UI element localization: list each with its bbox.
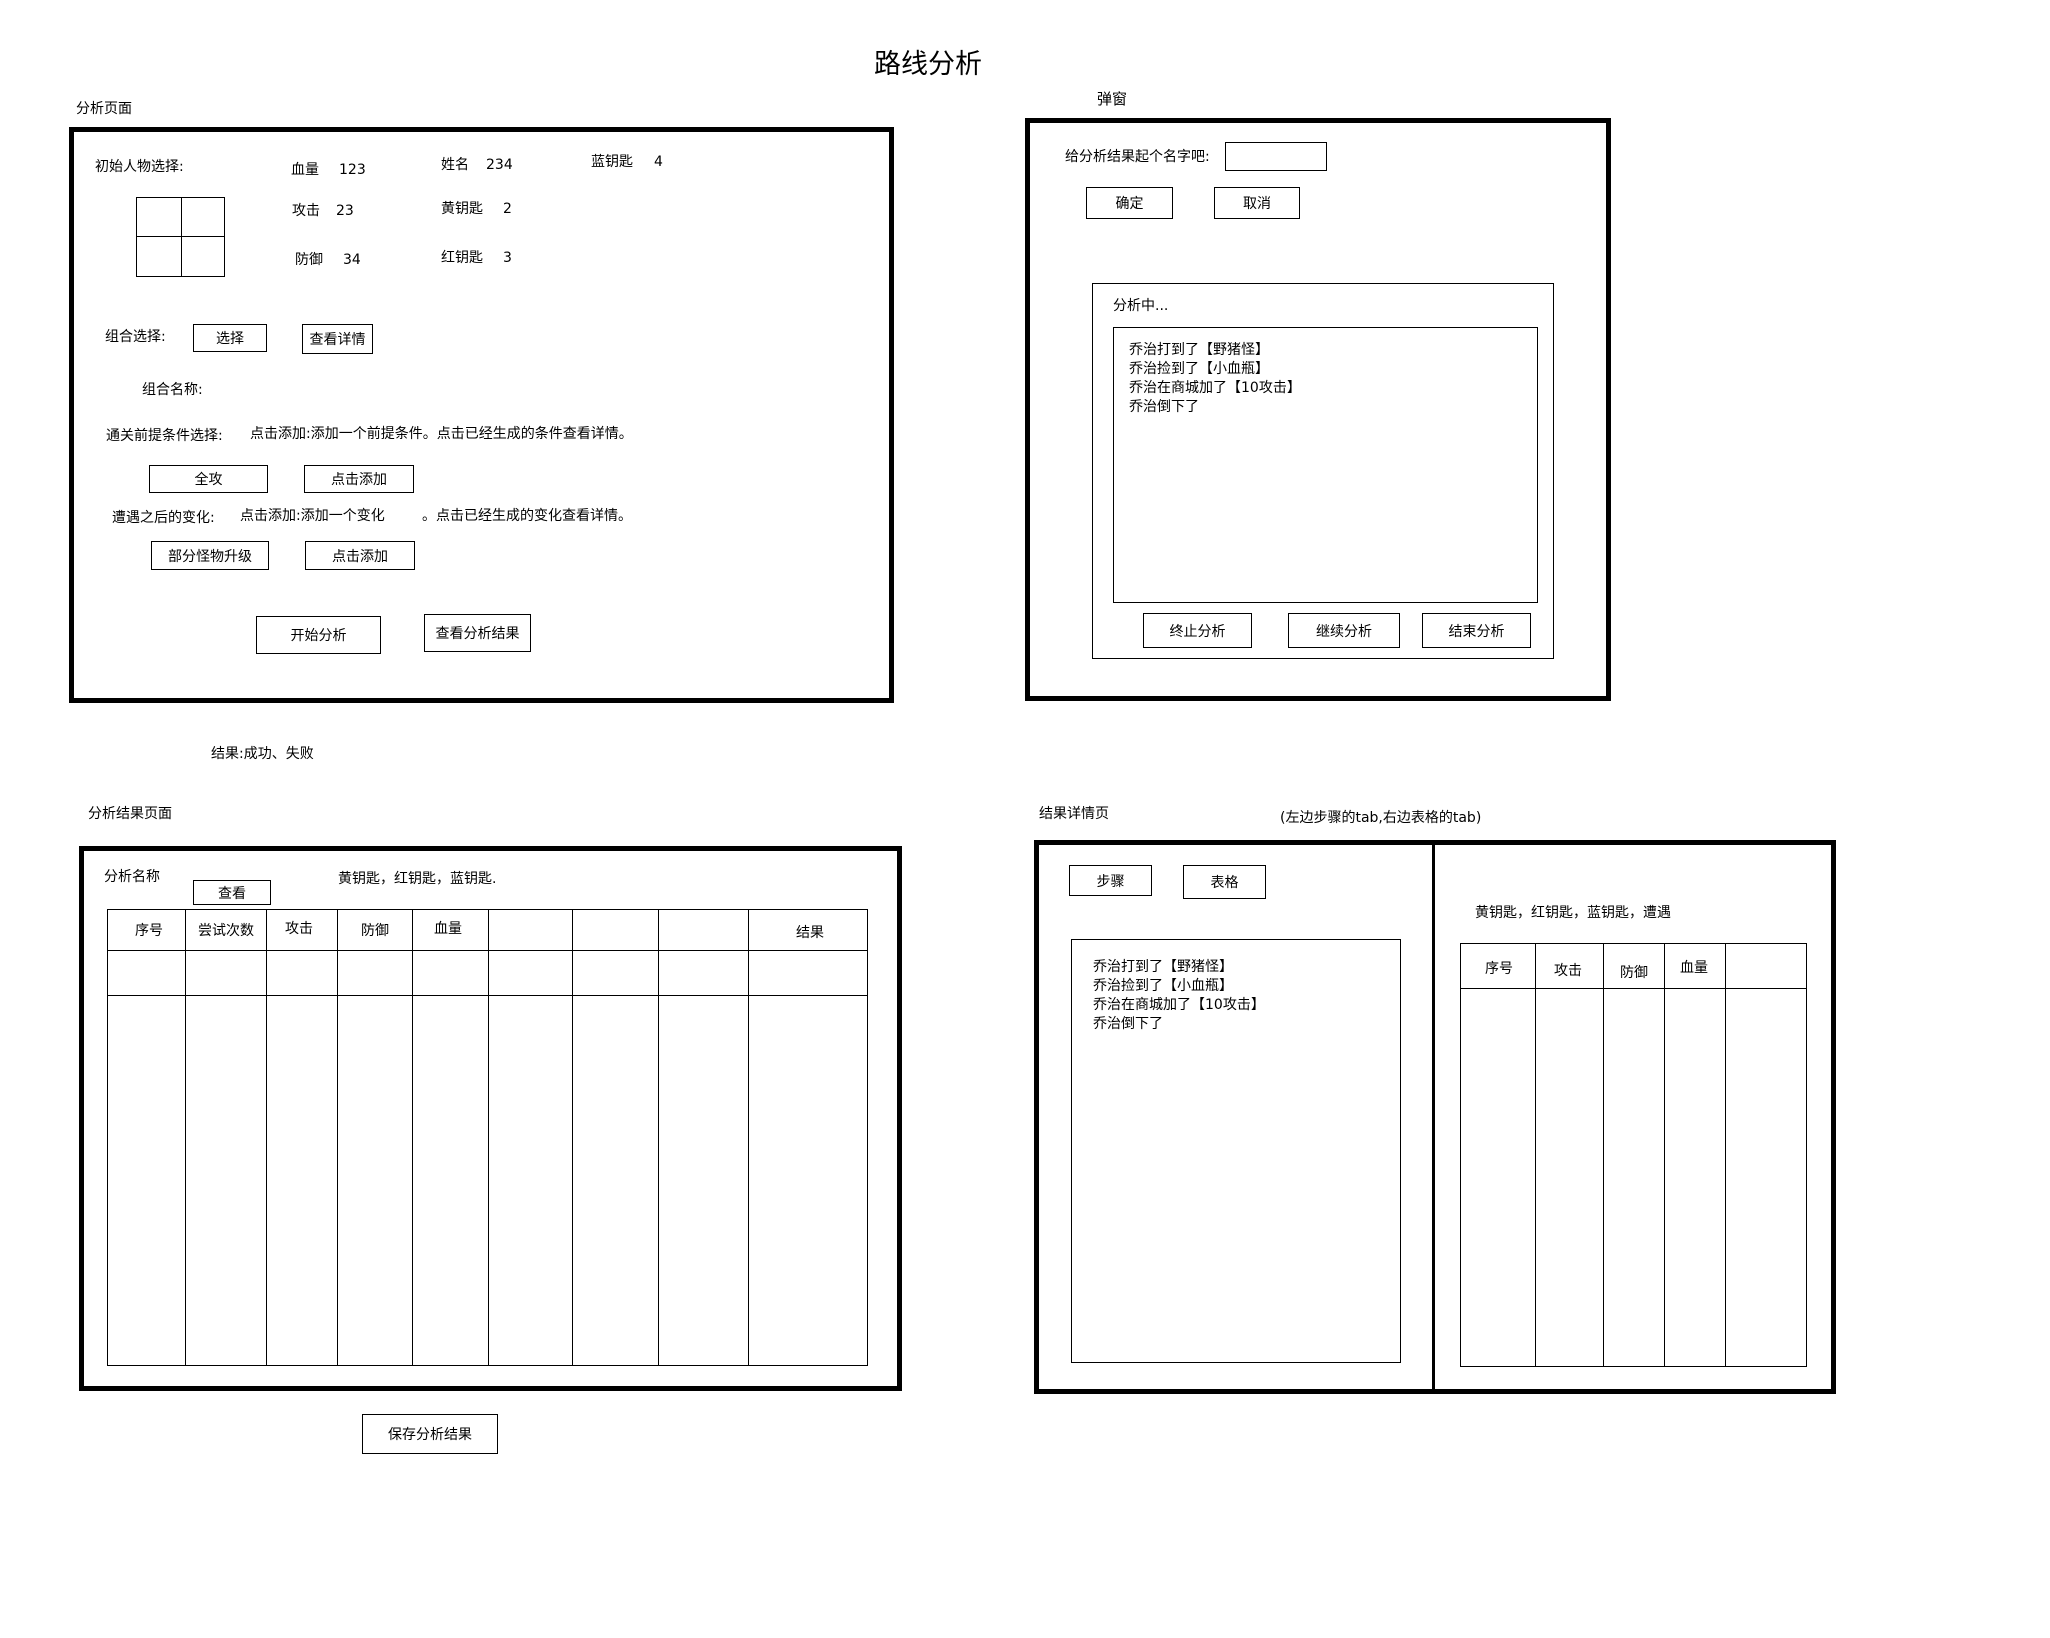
select-combo-button[interactable]: 选择 xyxy=(193,324,267,352)
col-divider xyxy=(748,910,749,1365)
tab-steps[interactable]: 步骤 xyxy=(1069,865,1152,896)
stat-yellow-key-label: 黄钥匙 xyxy=(441,201,483,217)
detail-table: 序号 攻击 防御 血量 xyxy=(1460,943,1807,1367)
steps-log: 乔治打到了【野猪怪】 乔治捡到了【小血瓶】 乔治在商城加了【10攻击】 乔治倒下… xyxy=(1071,939,1401,1363)
save-results-button[interactable]: 保存分析结果 xyxy=(362,1414,498,1454)
col-divider xyxy=(572,910,573,1365)
analysis-name-label: 分析名称 xyxy=(104,869,160,885)
log-line: 乔治倒下了 xyxy=(1129,399,1199,415)
change-label: 遭遇之后的变化: xyxy=(112,510,215,526)
log-line: 乔治在商城加了【10攻击】 xyxy=(1129,380,1301,396)
add-precondition-button[interactable]: 点击添加 xyxy=(304,465,414,493)
stat-hp-value: 123 xyxy=(339,162,366,178)
add-change-button[interactable]: 点击添加 xyxy=(305,541,415,570)
view-results-button[interactable]: 查看分析结果 xyxy=(424,614,531,652)
column-header: 防御 xyxy=(1620,965,1648,981)
precondition-tag-button[interactable]: 全攻 xyxy=(149,465,268,493)
stat-blue-key-label: 蓝钥匙 xyxy=(591,154,633,170)
column-header: 序号 xyxy=(135,923,163,939)
analysis-page-label: 分析页面 xyxy=(76,101,132,117)
popup-label: 弹窗 xyxy=(1097,90,1128,108)
log-line: 乔治倒下了 xyxy=(1093,1016,1163,1032)
log-line: 乔治打到了【野猪怪】 xyxy=(1129,342,1269,358)
col-divider xyxy=(1603,944,1604,1366)
col-divider xyxy=(412,910,413,1365)
stat-attack-label: 攻击 xyxy=(292,203,320,219)
log-line: 乔治在商城加了【10攻击】 xyxy=(1093,997,1265,1013)
name-prompt-label: 给分析结果起个名字吧: xyxy=(1065,149,1210,165)
result-note: 结果:成功、失败 xyxy=(211,746,314,762)
col-divider xyxy=(488,910,489,1365)
col-divider xyxy=(1535,944,1536,1366)
stat-defense-label: 防御 xyxy=(295,252,323,268)
character-selector-grid[interactable] xyxy=(136,197,225,277)
column-header: 血量 xyxy=(434,921,462,937)
stat-hp-label: 血量 xyxy=(291,162,319,178)
confirm-button[interactable]: 确定 xyxy=(1086,187,1173,219)
change-hint-b: 。点击已经生成的变化查看详情。 xyxy=(422,508,632,524)
analysis-log: 乔治打到了【野猪怪】 乔治捡到了【小血瓶】 乔治在商城加了【10攻击】 乔治倒下… xyxy=(1113,327,1538,603)
precondition-hint: 点击添加:添加一个前提条件。点击已经生成的条件查看详情。 xyxy=(250,426,633,442)
stat-red-key-value: 3 xyxy=(503,250,512,266)
column-header: 血量 xyxy=(1680,960,1708,976)
precondition-label: 通关前提条件选择: xyxy=(106,428,223,444)
column-header: 序号 xyxy=(1485,961,1513,977)
view-combo-detail-button[interactable]: 查看详情 xyxy=(302,324,373,354)
detail-page-label: 结果详情页 xyxy=(1039,806,1109,822)
col-divider xyxy=(658,910,659,1365)
stat-yellow-key-value: 2 xyxy=(503,201,512,217)
header-row-divider xyxy=(1461,988,1806,989)
stat-attack-value: 23 xyxy=(336,203,354,219)
col-divider xyxy=(1725,944,1726,1366)
result-name-input[interactable] xyxy=(1225,142,1327,171)
stat-blue-key-value: 4 xyxy=(654,154,663,170)
change-hint-a: 点击添加:添加一个变化 xyxy=(240,508,385,524)
continue-analysis-button[interactable]: 继续分析 xyxy=(1288,613,1400,648)
analyzing-label: 分析中... xyxy=(1113,298,1169,314)
grid-divider-v xyxy=(181,198,182,276)
tab-divider xyxy=(1432,842,1435,1392)
view-button[interactable]: 查看 xyxy=(193,880,271,905)
log-line: 乔治捡到了【小血瓶】 xyxy=(1129,361,1269,377)
results-page-label: 分析结果页面 xyxy=(88,806,172,822)
change-tag-button[interactable]: 部分怪物升级 xyxy=(151,541,269,570)
column-header: 攻击 xyxy=(285,921,313,937)
page-title: 路线分析 xyxy=(874,49,982,80)
stop-analysis-button[interactable]: 终止分析 xyxy=(1143,613,1252,648)
col-divider xyxy=(337,910,338,1365)
initial-character-label: 初始人物选择: xyxy=(95,159,184,175)
detail-page-note: (左边步骤的tab,右边表格的tab) xyxy=(1280,810,1482,826)
results-table: 序号 尝试次数 攻击 防御 血量 结果 xyxy=(107,909,868,1366)
tab-table[interactable]: 表格 xyxy=(1183,865,1266,899)
stat-red-key-label: 红钥匙 xyxy=(441,250,483,266)
start-analysis-button[interactable]: 开始分析 xyxy=(256,616,381,654)
col-divider xyxy=(1664,944,1665,1366)
cancel-button[interactable]: 取消 xyxy=(1214,187,1300,219)
column-header: 攻击 xyxy=(1554,963,1582,979)
grid-divider-h xyxy=(137,236,224,237)
stat-defense-value: 34 xyxy=(343,252,361,268)
column-header: 结果 xyxy=(796,925,824,941)
column-header: 防御 xyxy=(361,923,389,939)
detail-keys-note: 黄钥匙，红钥匙，蓝钥匙，遭遇 xyxy=(1475,905,1671,921)
stat-name-label: 姓名 xyxy=(441,157,469,173)
stat-name-value: 234 xyxy=(486,157,513,173)
log-line: 乔治捡到了【小血瓶】 xyxy=(1093,978,1233,994)
end-analysis-button[interactable]: 结束分析 xyxy=(1422,613,1531,648)
col-divider xyxy=(185,910,186,1365)
results-keys-note: 黄钥匙，红钥匙，蓝钥匙. xyxy=(338,871,497,887)
combo-name-label: 组合名称: xyxy=(142,382,203,398)
combo-label: 组合选择: xyxy=(105,329,166,345)
column-header: 尝试次数 xyxy=(198,923,254,939)
col-divider xyxy=(266,910,267,1365)
log-line: 乔治打到了【野猪怪】 xyxy=(1093,959,1233,975)
